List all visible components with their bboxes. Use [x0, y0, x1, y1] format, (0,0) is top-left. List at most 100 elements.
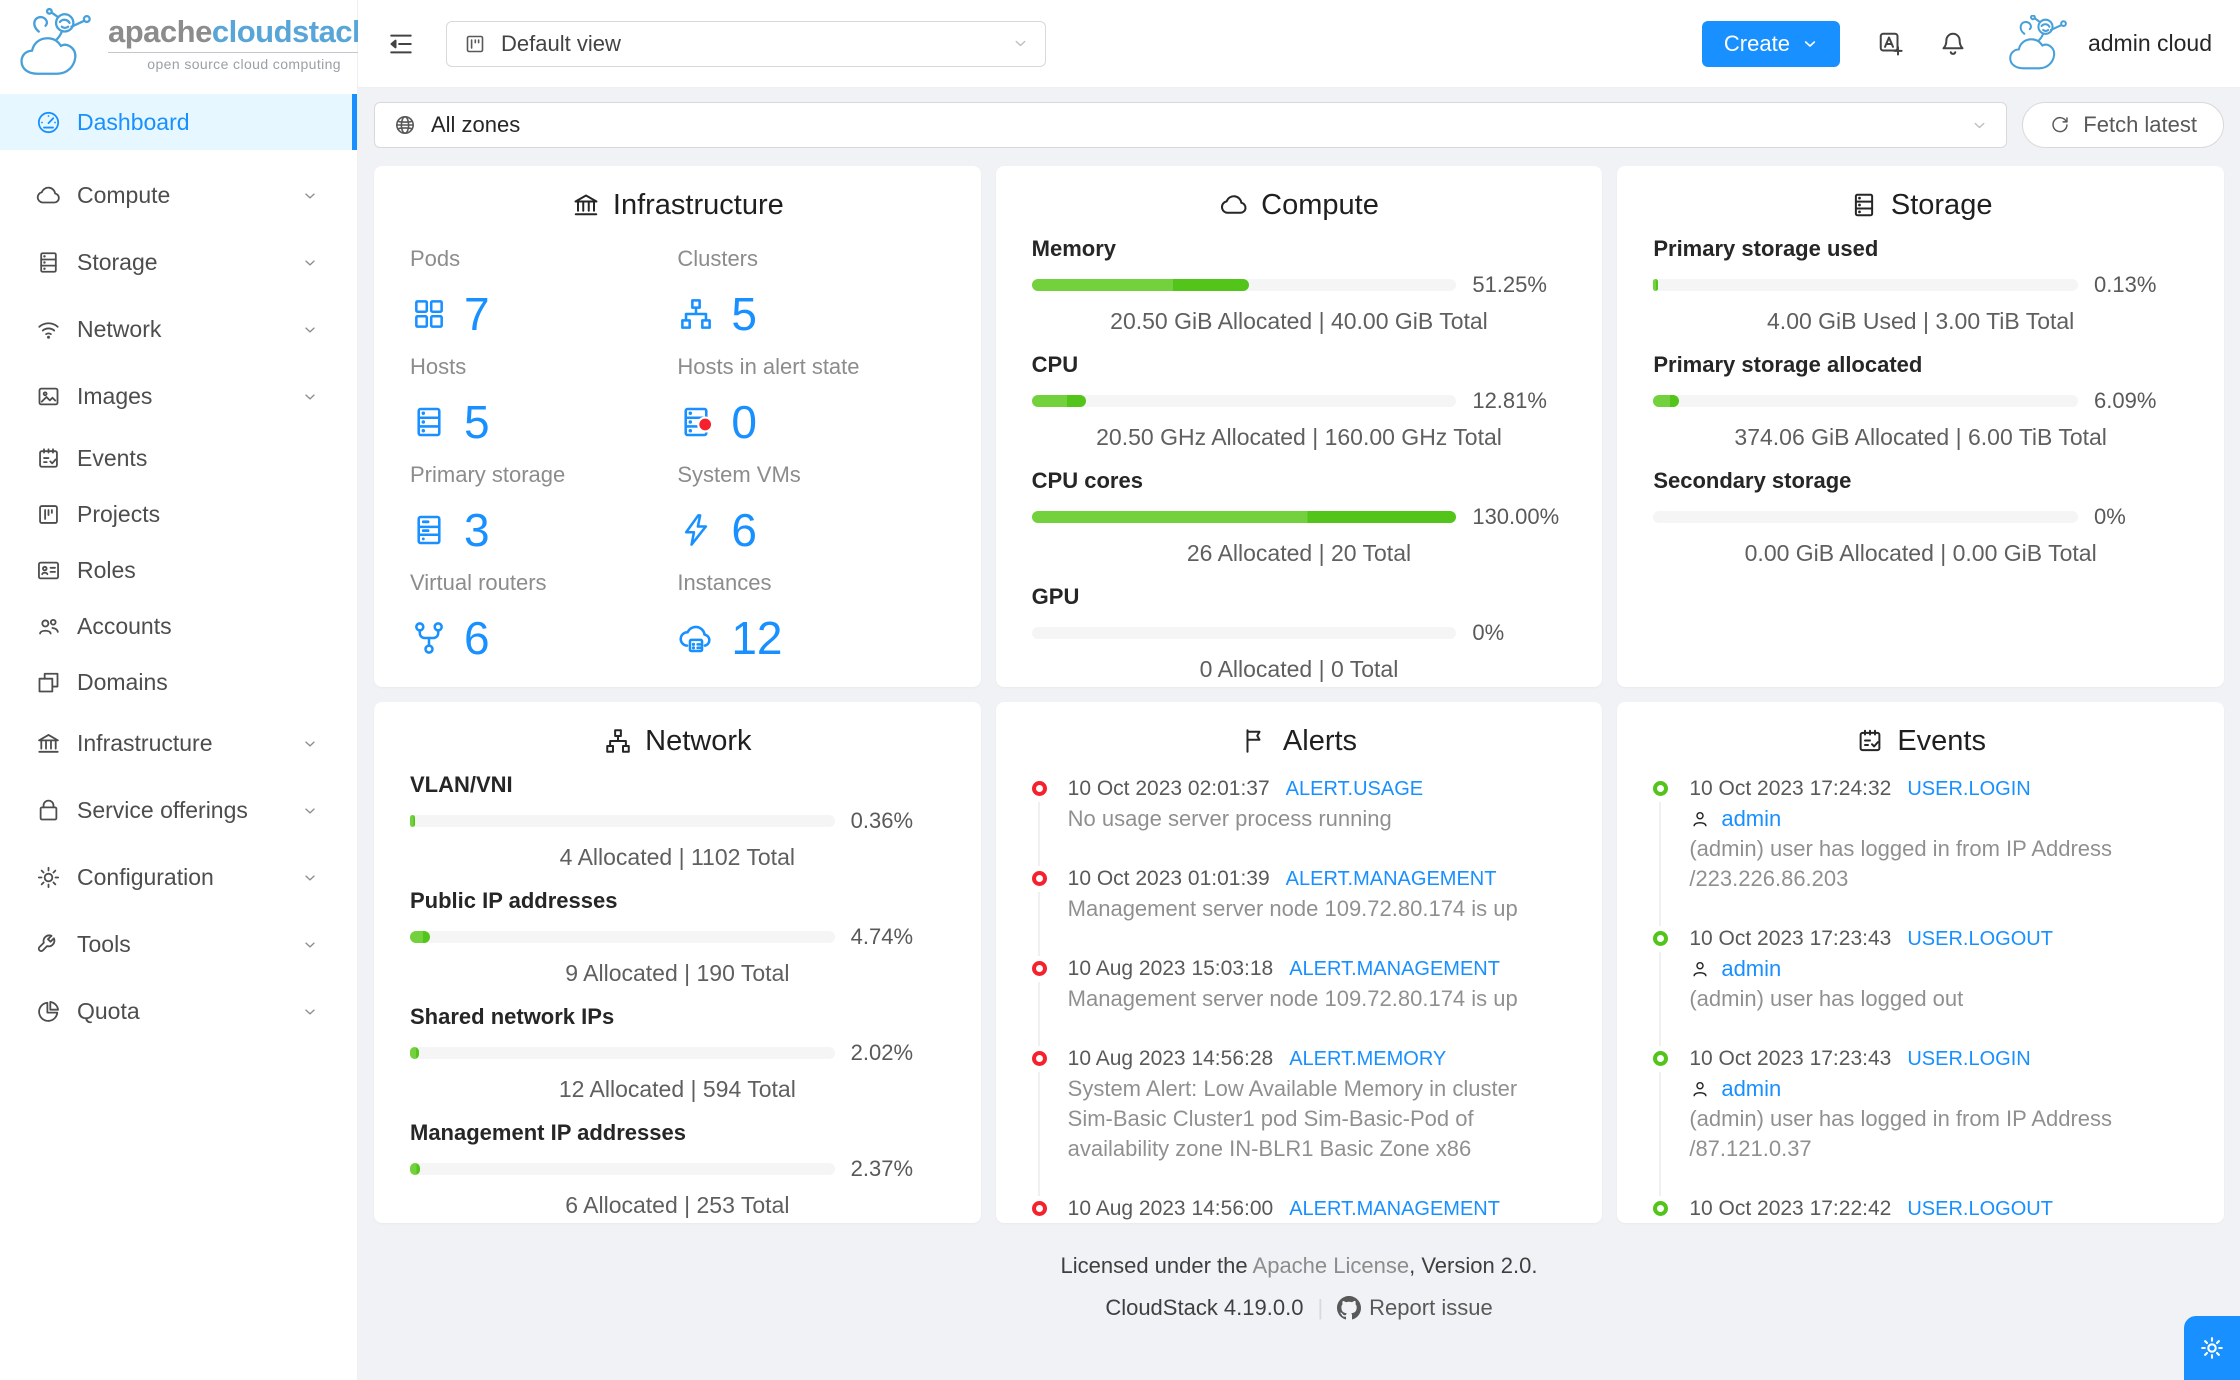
infrastructure-stat-clusters[interactable]: Clusters 5: [677, 244, 944, 340]
compute-card-title: Compute: [1032, 190, 1567, 220]
alert-type-link[interactable]: ALERT.USAGE: [1286, 774, 1423, 804]
sidebar-item-tools[interactable]: Tools: [0, 911, 357, 978]
stat-number: 12: [731, 612, 783, 664]
sidebar-item-images[interactable]: Images: [0, 363, 357, 430]
sidebar-item-projects[interactable]: Projects: [0, 486, 357, 542]
storage-icon: [410, 511, 448, 549]
schedule-icon: [35, 445, 62, 472]
license-line: Licensed under the Apache License, Versi…: [1060, 1253, 1538, 1278]
thunderbolt-icon: [677, 511, 715, 549]
apache-license-link[interactable]: Apache License: [1253, 1253, 1410, 1278]
infrastructure-stat-instances[interactable]: Instances 12: [677, 568, 944, 664]
menu-fold-icon[interactable]: [386, 29, 416, 59]
timeline-rail: [1653, 774, 1689, 926]
translate-icon[interactable]: [1876, 29, 1906, 59]
chevron-down-icon: [302, 803, 318, 819]
sidebar-item-dashboard[interactable]: Dashboard: [0, 94, 357, 150]
progress-track: [410, 931, 835, 943]
sidebar-item-storage[interactable]: Storage: [0, 229, 357, 296]
meter-percent: 6.09%: [2094, 388, 2157, 413]
timeline-line: [1659, 802, 1662, 926]
view-selector[interactable]: Default view: [446, 20, 1046, 67]
report-issue-link[interactable]: Report issue: [1337, 1295, 1493, 1321]
infrastructure-stat-system-vms[interactable]: System VMs 6: [677, 460, 944, 556]
infrastructure-stats: Pods 7 Clusters 5 Hosts 5 Hosts in alert…: [410, 234, 945, 664]
alert-type-link[interactable]: ALERT.MANAGEMENT: [1286, 864, 1497, 894]
event-user-link[interactable]: admin: [1721, 954, 1781, 984]
brand-logo[interactable]: apachecloudstack™ open source cloud comp…: [0, 0, 381, 88]
sidebar-item-accounts[interactable]: Accounts: [0, 598, 357, 654]
project-settings-button[interactable]: [2184, 1316, 2240, 1380]
create-button[interactable]: Create: [1701, 20, 1840, 67]
event-type-link[interactable]: USER.LOGIN: [1907, 1044, 2030, 1074]
timeline-rail: [1031, 1044, 1068, 1196]
brand-wordmark: apachecloudstack™: [108, 14, 381, 50]
alert-message: System Alert: Low Available Memory in cl…: [1067, 1076, 1518, 1161]
network-card-title: Network: [410, 726, 945, 756]
sidebar-item-compute[interactable]: Compute: [0, 162, 357, 229]
view-selector-value: Default view: [501, 30, 621, 56]
event-user-link[interactable]: admin: [1721, 1074, 1781, 1104]
content: All zones Fetch latest Infrastructure Po…: [358, 88, 2240, 1380]
alert-dot-icon: [1031, 1051, 1047, 1066]
notifications-bell-icon[interactable]: [1938, 29, 1968, 59]
cloud-icon: [1219, 190, 1249, 220]
alert-type-link[interactable]: ALERT.MEMORY: [1289, 1044, 1446, 1074]
meter-row: 4.74%: [410, 924, 945, 950]
meter-row: 2.37%: [410, 1156, 945, 1182]
sidebar-item-quota[interactable]: Quota: [0, 978, 357, 1045]
project-icon: [35, 501, 62, 528]
zone-selector[interactable]: All zones: [374, 102, 2008, 148]
event-type-link[interactable]: USER.LOGOUT: [1907, 1194, 2053, 1223]
sidebar-item-infrastructure[interactable]: Infrastructure: [0, 710, 357, 777]
sidebar-item-network[interactable]: Network: [0, 296, 357, 363]
meter-percent: 51.25%: [1472, 272, 1547, 297]
sidebar-item-configuration[interactable]: Configuration: [0, 844, 357, 911]
alert-type-link[interactable]: ALERT.MANAGEMENT: [1289, 1194, 1500, 1223]
event-body: 10 Oct 2023 17:24:32 USER.LOGIN admin (a…: [1689, 774, 2188, 924]
event-type-link[interactable]: USER.LOGOUT: [1907, 924, 2053, 954]
stat-value: 5: [410, 396, 677, 448]
stat-value: 7: [410, 288, 677, 340]
meter-row: 6.09%: [1653, 388, 2188, 414]
zone-selector-value: All zones: [431, 112, 521, 137]
infrastructure-stat-virtual-routers[interactable]: Virtual routers 6: [410, 568, 677, 664]
network-meters: VLAN/VNI 0.36% 4 Allocated | 1102 Total …: [410, 770, 945, 1220]
infrastructure-stat-hosts[interactable]: Hosts 5: [410, 352, 677, 448]
version-line: CloudStack 4.19.0.0 | Report issue: [1105, 1295, 1493, 1321]
database-icon: [35, 249, 62, 276]
sidebar-item-domains[interactable]: Domains: [0, 654, 357, 710]
fetch-latest-button[interactable]: Fetch latest: [2022, 102, 2224, 148]
event-type-link[interactable]: USER.LOGIN: [1907, 774, 2030, 804]
timeline-rail: [1031, 954, 1068, 1046]
meter-row: 51.25%: [1031, 272, 1567, 298]
infrastructure-stat-primary-storage[interactable]: Primary storage 3: [410, 460, 677, 556]
meter-percent: 12.81%: [1472, 388, 1547, 413]
timeline-line: [1659, 1072, 1662, 1196]
stat-label: System VMs: [677, 462, 801, 487]
reload-icon: [2049, 114, 2071, 136]
sidebar-item-events[interactable]: Events: [0, 430, 357, 486]
timeline-line: [1037, 892, 1040, 956]
meter-label: Public IP addresses: [410, 888, 618, 913]
event-user-link[interactable]: admin: [1721, 804, 1781, 834]
storage-card-title: Storage: [1653, 190, 2188, 220]
alert-dot-icon: [1031, 1201, 1047, 1216]
alert-message: Management server node 109.72.80.174 is …: [1067, 986, 1518, 1011]
stat-value: 5: [677, 288, 944, 340]
infrastructure-stat-hosts-in-alert-state[interactable]: Hosts in alert state 0: [677, 352, 944, 448]
version-label: CloudStack 4.19.0.0: [1105, 1295, 1304, 1320]
alert-type-link[interactable]: ALERT.MANAGEMENT: [1289, 954, 1500, 984]
infrastructure-stat-pods[interactable]: Pods 7: [410, 244, 677, 340]
sidebar-menu: Dashboard Compute Storage Network Images…: [0, 88, 357, 1380]
alert-dot-icon: [1031, 781, 1047, 796]
user-menu[interactable]: admin cloud: [2000, 14, 2212, 73]
zone-bar: All zones Fetch latest: [374, 102, 2224, 148]
meter-percent: 2.02%: [850, 1040, 914, 1065]
sidebar-item-service-offerings[interactable]: Service offerings: [0, 777, 357, 844]
alerts-timeline: 10 Oct 2023 02:01:37 ALERT.USAGE No usag…: [1031, 770, 1567, 1223]
meter-row: 0%: [1031, 620, 1567, 646]
sidebar-item-roles[interactable]: Roles: [0, 542, 357, 598]
block-icon: [35, 669, 62, 696]
meter-subtitle: 12 Allocated | 594 Total: [558, 1076, 796, 1102]
